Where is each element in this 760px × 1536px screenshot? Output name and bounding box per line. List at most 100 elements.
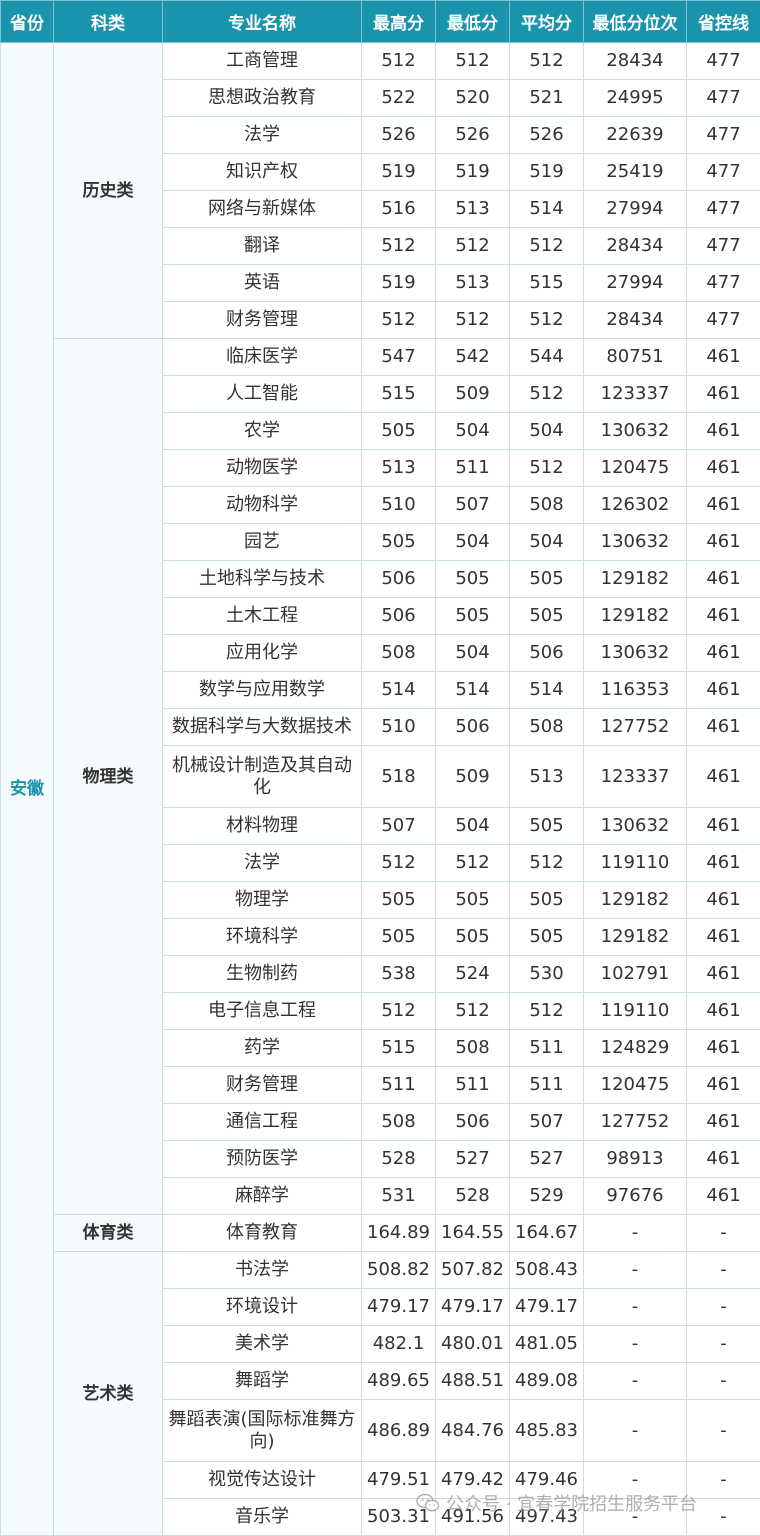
max-score-cell: 522 bbox=[362, 80, 436, 117]
major-name-cell: 法学 bbox=[163, 117, 362, 154]
min-score-cell: 509 bbox=[436, 376, 510, 413]
major-name-cell: 应用化学 bbox=[163, 635, 362, 672]
min-rank-cell: 127752 bbox=[584, 1104, 687, 1141]
major-name-cell: 动物科学 bbox=[163, 487, 362, 524]
min-rank-cell: 130632 bbox=[584, 524, 687, 561]
min-rank-cell: - bbox=[584, 1363, 687, 1400]
max-score-cell: 508 bbox=[362, 1104, 436, 1141]
avg-score-cell: 507 bbox=[510, 1104, 584, 1141]
avg-score-cell: 530 bbox=[510, 956, 584, 993]
avg-score-cell: 527 bbox=[510, 1141, 584, 1178]
major-name-cell: 动物医学 bbox=[163, 450, 362, 487]
category-cell: 体育类 bbox=[54, 1215, 163, 1252]
max-score-cell: 513 bbox=[362, 450, 436, 487]
control-line-cell: 461 bbox=[687, 524, 760, 561]
major-name-cell: 预防医学 bbox=[163, 1141, 362, 1178]
min-score-cell: 512 bbox=[436, 302, 510, 339]
avg-score-cell: 514 bbox=[510, 191, 584, 228]
max-score-cell: 512 bbox=[362, 993, 436, 1030]
min-score-cell: 512 bbox=[436, 228, 510, 265]
major-name-cell: 财务管理 bbox=[163, 302, 362, 339]
max-score-cell: 512 bbox=[362, 845, 436, 882]
major-name-cell: 数据科学与大数据技术 bbox=[163, 709, 362, 746]
control-line-cell: 461 bbox=[687, 919, 760, 956]
max-score-cell: 506 bbox=[362, 598, 436, 635]
min-score-cell: 491.56 bbox=[436, 1499, 510, 1536]
min-rank-cell: 97676 bbox=[584, 1178, 687, 1215]
major-name-cell: 英语 bbox=[163, 265, 362, 302]
min-rank-cell: - bbox=[584, 1499, 687, 1536]
avg-score-cell: 505 bbox=[510, 598, 584, 635]
control-line-cell: 477 bbox=[687, 154, 760, 191]
max-score-cell: 512 bbox=[362, 43, 436, 80]
max-score-cell: 505 bbox=[362, 919, 436, 956]
control-line-cell: - bbox=[687, 1400, 760, 1462]
table-header: 省份 科类 专业名称 最高分 最低分 平均分 最低分位次 省控线 bbox=[1, 1, 760, 43]
avg-score-cell: 504 bbox=[510, 524, 584, 561]
min-rank-cell: - bbox=[584, 1462, 687, 1499]
min-score-cell: 505 bbox=[436, 882, 510, 919]
min-rank-cell: 24995 bbox=[584, 80, 687, 117]
min-rank-cell: - bbox=[584, 1400, 687, 1462]
min-score-cell: 514 bbox=[436, 672, 510, 709]
major-name-cell: 药学 bbox=[163, 1030, 362, 1067]
min-score-cell: 513 bbox=[436, 191, 510, 228]
min-rank-cell: 126302 bbox=[584, 487, 687, 524]
max-score-cell: 510 bbox=[362, 709, 436, 746]
control-line-cell: - bbox=[687, 1326, 760, 1363]
major-name-cell: 农学 bbox=[163, 413, 362, 450]
avg-score-cell: 505 bbox=[510, 808, 584, 845]
min-rank-cell: 80751 bbox=[584, 339, 687, 376]
control-line-cell: 461 bbox=[687, 413, 760, 450]
control-line-cell: 461 bbox=[687, 339, 760, 376]
avg-score-cell: 164.67 bbox=[510, 1215, 584, 1252]
control-line-cell: 461 bbox=[687, 845, 760, 882]
max-score-cell: 518 bbox=[362, 746, 436, 808]
control-line-cell: 461 bbox=[687, 808, 760, 845]
min-rank-cell: 130632 bbox=[584, 413, 687, 450]
min-score-cell: 484.76 bbox=[436, 1400, 510, 1462]
max-score-cell: 531 bbox=[362, 1178, 436, 1215]
avg-score-cell: 512 bbox=[510, 302, 584, 339]
min-score-cell: 507 bbox=[436, 487, 510, 524]
header-max-score: 最高分 bbox=[362, 1, 436, 43]
control-line-cell: 461 bbox=[687, 635, 760, 672]
min-rank-cell: 123337 bbox=[584, 746, 687, 808]
avg-score-cell: 479.17 bbox=[510, 1289, 584, 1326]
major-name-cell: 生物制药 bbox=[163, 956, 362, 993]
min-score-cell: 479.42 bbox=[436, 1462, 510, 1499]
max-score-cell: 505 bbox=[362, 413, 436, 450]
control-line-cell: 461 bbox=[687, 1178, 760, 1215]
admission-scores-table: 省份 科类 专业名称 最高分 最低分 平均分 最低分位次 省控线 安徽历史类工商… bbox=[0, 0, 760, 1536]
min-rank-cell: 119110 bbox=[584, 993, 687, 1030]
max-score-cell: 486.89 bbox=[362, 1400, 436, 1462]
control-line-cell: 461 bbox=[687, 598, 760, 635]
max-score-cell: 512 bbox=[362, 302, 436, 339]
major-name-cell: 人工智能 bbox=[163, 376, 362, 413]
major-name-cell: 财务管理 bbox=[163, 1067, 362, 1104]
table-row: 艺术类书法学508.82507.82508.43-- bbox=[1, 1252, 760, 1289]
min-score-cell: 511 bbox=[436, 450, 510, 487]
major-name-cell: 土地科学与技术 bbox=[163, 561, 362, 598]
header-province: 省份 bbox=[1, 1, 54, 43]
major-name-cell: 土木工程 bbox=[163, 598, 362, 635]
min-score-cell: 504 bbox=[436, 635, 510, 672]
major-name-cell: 机械设计制造及其自动化 bbox=[163, 746, 362, 808]
max-score-cell: 489.65 bbox=[362, 1363, 436, 1400]
table-row: 体育类体育教育164.89164.55164.67-- bbox=[1, 1215, 760, 1252]
min-rank-cell: 102791 bbox=[584, 956, 687, 993]
avg-score-cell: 505 bbox=[510, 919, 584, 956]
avg-score-cell: 512 bbox=[510, 43, 584, 80]
min-rank-cell: 129182 bbox=[584, 882, 687, 919]
min-rank-cell: - bbox=[584, 1252, 687, 1289]
max-score-cell: 538 bbox=[362, 956, 436, 993]
max-score-cell: 506 bbox=[362, 561, 436, 598]
control-line-cell: 461 bbox=[687, 1104, 760, 1141]
min-score-cell: 542 bbox=[436, 339, 510, 376]
min-rank-cell: 98913 bbox=[584, 1141, 687, 1178]
control-line-cell: - bbox=[687, 1363, 760, 1400]
major-name-cell: 翻译 bbox=[163, 228, 362, 265]
min-score-cell: 507.82 bbox=[436, 1252, 510, 1289]
control-line-cell: 461 bbox=[687, 450, 760, 487]
min-rank-cell: 116353 bbox=[584, 672, 687, 709]
